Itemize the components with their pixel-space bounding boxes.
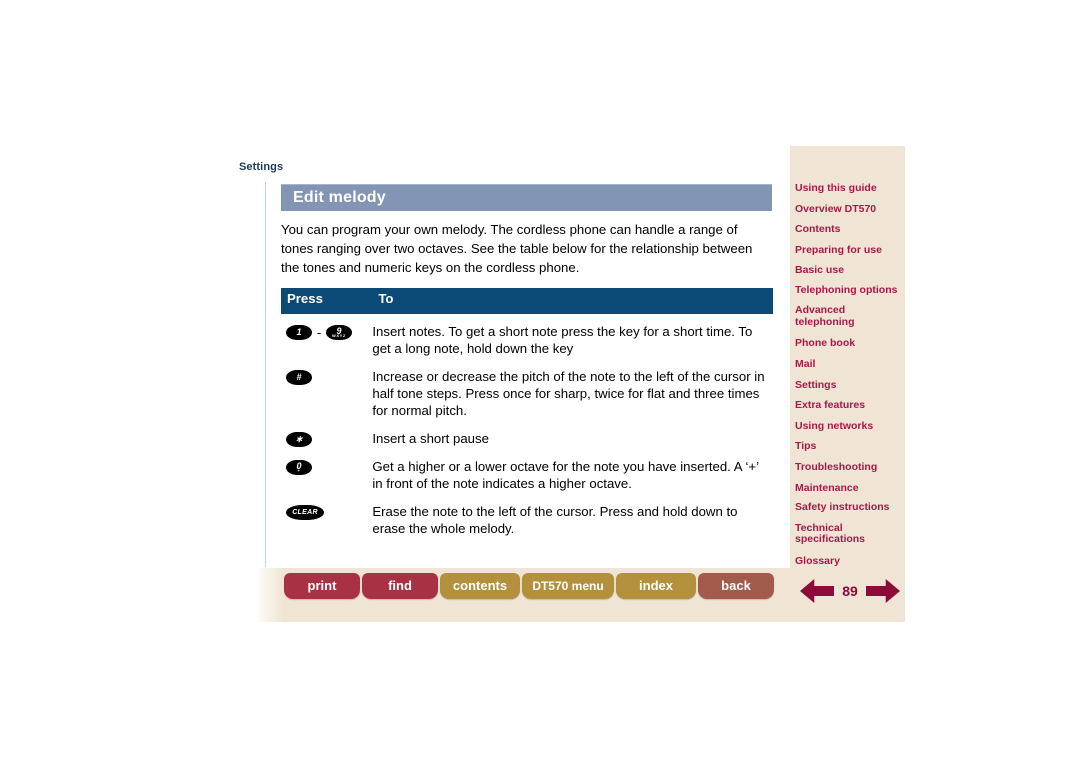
cell-description: Increase or decrease the pitch of the no… <box>372 369 765 418</box>
page-title: Edit melody <box>293 189 386 206</box>
sidebar-item-phone-book[interactable]: Phone book <box>795 337 905 349</box>
sidebar-item-troubleshooting[interactable]: Troubleshooting <box>795 461 905 473</box>
sidebar-item-extra-features[interactable]: Extra features <box>795 399 905 411</box>
column-header-to: To <box>372 288 773 314</box>
cell-press-keys: 1-9 WXYZ <box>281 314 372 359</box>
table-body: 1-9 WXYZ Insert notes. To get a short note… <box>281 314 773 539</box>
sidebar-item-using-networks[interactable]: Using networks <box>795 420 905 432</box>
cell-press-keys: 0 + <box>281 449 372 494</box>
phone-key-0-icon: 0 + <box>286 460 312 476</box>
cell-press-keys: ∗ <box>281 421 372 449</box>
back-button[interactable]: back <box>698 573 774 599</box>
cell-press-keys: # <box>281 359 372 421</box>
table-row: # Increase or decrease the pitch of the n… <box>281 359 773 421</box>
bottom-nav-bar: print find contents DT570 menu index bac… <box>255 568 905 622</box>
next-page-arrow-icon[interactable] <box>866 579 900 603</box>
cell-description: Get a higher or a lower octave for the n… <box>372 459 759 492</box>
cell-description: Insert notes. To get a short note press … <box>372 324 753 356</box>
sidebar-item-mail[interactable]: Mail <box>795 358 905 370</box>
sidebar-item-basic-use[interactable]: Basic use <box>795 264 905 276</box>
sidebar-item-safety-instructions[interactable]: Safety instructions <box>795 502 905 514</box>
sidebar-item-telephoning-options[interactable]: Telephoning options <box>795 284 905 297</box>
sidebar-item-technical-specifications[interactable]: Technical specifications <box>795 522 905 546</box>
table-header-row: Press To <box>281 288 773 314</box>
sidebar-item-settings[interactable]: Settings <box>795 379 905 391</box>
phone-key-9-icon: 9 WXYZ <box>326 325 352 341</box>
sidebar-item-tips[interactable]: Tips <box>795 440 905 452</box>
sidebar-item-glossary[interactable]: Glossary <box>795 555 905 567</box>
previous-page-arrow-icon[interactable] <box>800 579 834 603</box>
contents-button[interactable]: contents <box>440 573 520 599</box>
sidebar-item-contents[interactable]: Contents <box>795 223 905 235</box>
table-row: ∗ Insert a short pause <box>281 421 773 449</box>
sidebar-list: Using this guide Overview DT570 Contents Pr… <box>795 182 905 575</box>
print-button[interactable]: print <box>284 573 360 599</box>
key-range-dash: - <box>316 325 322 341</box>
cell-description: Insert a short pause <box>372 431 489 446</box>
page-number: 89 <box>842 583 858 599</box>
pager: 89 <box>800 574 920 606</box>
phone-key-clear-icon: CLEAR <box>286 505 324 521</box>
sidebar-item-maintenance[interactable]: Maintenance <box>795 482 905 494</box>
sidebar-nav-panel: Using this guide Overview DT570 Contents Pr… <box>790 146 905 568</box>
intro-paragraph: You can program your own melody. The cor… <box>281 222 753 275</box>
table-row: 0 + Get a higher or a lower octave for the… <box>281 449 773 494</box>
content-card: Edit melody You can program your own mel… <box>265 182 773 567</box>
phone-key-hash-icon: # <box>286 370 312 386</box>
sidebar-item-using-this-guide[interactable]: Using this guide <box>795 182 905 194</box>
sidebar-item-preparing-for-use[interactable]: Preparing for use <box>795 244 905 256</box>
sidebar-item-advanced-telephoning[interactable]: Advanced telephoning <box>795 305 905 328</box>
phone-key-1-icon: 1 <box>286 325 312 341</box>
column-header-press: Press <box>281 288 373 314</box>
sidebar-item-overview-dt570[interactable]: Overview DT570 <box>795 203 905 215</box>
index-button[interactable]: index <box>616 573 696 599</box>
table-row: 1-9 WXYZ Insert notes. To get a short note… <box>281 314 773 359</box>
dt570-menu-button[interactable]: DT570 menu <box>522 573 614 599</box>
cell-description: Erase the note to the left of the cursor… <box>372 504 738 537</box>
breadcrumb: Settings <box>239 161 284 173</box>
table-row: CLEAR Erase the note to the left of the c… <box>281 494 773 539</box>
press-to-table: Press To 1-9 WXYZ Insert notes. To get a s… <box>281 288 773 539</box>
find-button[interactable]: find <box>362 573 438 599</box>
table-head: Press To <box>281 288 773 314</box>
phone-key-star-icon: ∗ <box>286 432 312 448</box>
section-title-bar: Edit melody <box>281 184 772 211</box>
cell-press-keys: CLEAR <box>281 494 372 539</box>
document-page: Settings Edit melody You can program you… <box>0 0 1080 763</box>
